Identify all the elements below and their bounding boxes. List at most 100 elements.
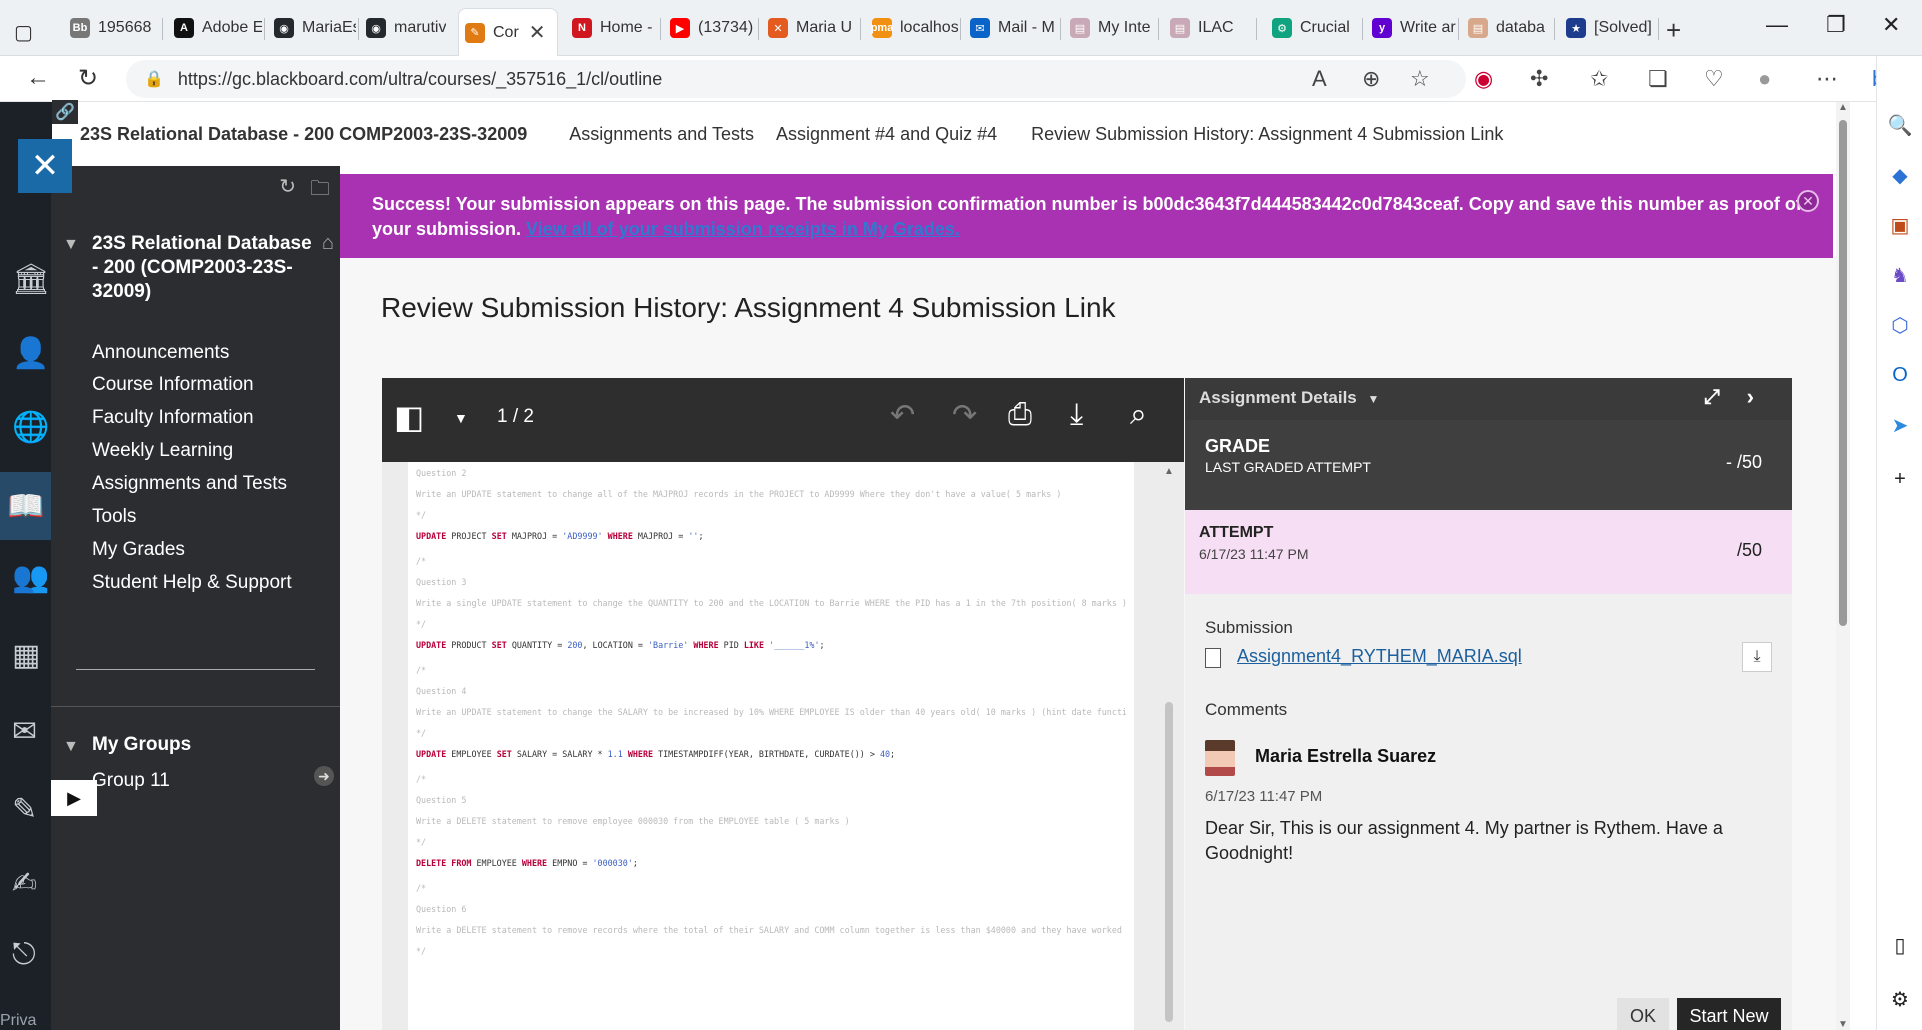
- course-nav-item[interactable]: Assignments and Tests: [92, 473, 287, 495]
- browser-tab[interactable]: ✉ Mail - M: [964, 10, 1058, 46]
- download-icon[interactable]: ⤓: [1070, 398, 1083, 432]
- course-title[interactable]: 23S Relational Database - 200 (COMP2003-…: [92, 232, 317, 304]
- minimize-icon[interactable]: —: [1766, 12, 1788, 38]
- microsoft365-icon[interactable]: ⬡: [1887, 312, 1913, 338]
- sidebar-panel-icon[interactable]: ◧: [394, 398, 424, 436]
- browser-tab[interactable]: ▤ My Inte: [1064, 10, 1156, 46]
- browser-tab[interactable]: ✎ Cor ✕: [458, 8, 558, 56]
- attempt-row[interactable]: ATTEMPT 6/17/23 11:47 PM /50: [1185, 510, 1792, 594]
- browser-tab[interactable]: N Home -: [566, 10, 658, 46]
- page-scrollbar[interactable]: ▲ ▼: [1836, 102, 1850, 1030]
- close-course-button[interactable]: ✕: [18, 139, 72, 193]
- sign-out-icon[interactable]: ⎋: [12, 938, 36, 972]
- code-comment-line: Write an UPDATE statement to change all …: [416, 489, 1062, 499]
- search-icon[interactable]: ⌕: [1130, 398, 1147, 432]
- url-field[interactable]: 🔒 https://gc.blackboard.com/ultra/course…: [126, 60, 1466, 98]
- assignment-details-header[interactable]: Assignment Details ▼ ⤢ ›: [1185, 378, 1792, 420]
- start-new-button[interactable]: Start New: [1677, 998, 1781, 1030]
- back-icon[interactable]: ←: [26, 64, 50, 92]
- home-icon[interactable]: ⌂: [322, 232, 334, 255]
- browser-essentials-icon[interactable]: ♡: [1704, 66, 1724, 92]
- print-icon[interactable]: ⎙: [1008, 398, 1032, 432]
- link-icon[interactable]: 🔗: [52, 100, 78, 124]
- search-icon[interactable]: 🔍: [1887, 112, 1913, 138]
- more-menu-icon[interactable]: ⋯: [1816, 66, 1838, 92]
- shopping-tag-icon[interactable]: ◆: [1887, 162, 1913, 188]
- tools-briefcase-icon[interactable]: ▣: [1887, 212, 1913, 238]
- course-nav-item[interactable]: Faculty Information: [92, 407, 254, 429]
- course-nav-item[interactable]: Tools: [92, 506, 136, 528]
- tab-actions-icon[interactable]: ▢: [14, 14, 38, 50]
- groups-triangle-icon[interactable]: ▼: [63, 738, 79, 756]
- privacy-link[interactable]: Priva: [0, 1012, 36, 1030]
- tools-edit-icon[interactable]: ✍: [12, 866, 37, 901]
- browser-tab[interactable]: Bb 195668: [64, 10, 160, 46]
- arrow-right-circle-icon[interactable]: ➜: [314, 766, 334, 786]
- my-groups-heading[interactable]: My Groups: [92, 734, 191, 756]
- games-icon[interactable]: ♞: [1887, 262, 1913, 288]
- courses-icon[interactable]: 📖: [0, 472, 52, 540]
- refresh-course-icon[interactable]: ↻: [279, 174, 296, 208]
- sidebar-toggle-icon[interactable]: ▯: [1887, 932, 1913, 958]
- collapse-triangle-icon[interactable]: ▼: [63, 236, 79, 254]
- browser-tab[interactable]: ◉ MariaEs: [268, 10, 356, 46]
- read-aloud-icon[interactable]: A: [1312, 66, 1327, 92]
- browser-tab[interactable]: y Write ar: [1366, 10, 1456, 46]
- restore-icon[interactable]: ❐: [1826, 12, 1846, 38]
- browser-tab[interactable]: ▤ databa: [1462, 10, 1552, 46]
- course-nav-item[interactable]: Announcements: [92, 342, 229, 364]
- chevron-right-icon[interactable]: ›: [1747, 384, 1754, 410]
- course-nav-item[interactable]: Course Information: [92, 374, 254, 396]
- settings-gear-icon[interactable]: ⚙: [1887, 986, 1913, 1012]
- favorite-star-icon[interactable]: ☆: [1410, 66, 1430, 92]
- favorites-icon[interactable]: ✩: [1590, 66, 1608, 92]
- chevron-down-icon[interactable]: ▼: [1368, 392, 1380, 406]
- course-nav-item[interactable]: My Grades: [92, 539, 185, 561]
- collections-icon[interactable]: ❏: [1648, 66, 1668, 92]
- add-icon[interactable]: +: [1887, 466, 1913, 492]
- star-icon: ★: [1566, 18, 1586, 38]
- grades-icon[interactable]: ✎: [12, 792, 37, 827]
- expand-icon[interactable]: ⤢: [1704, 386, 1720, 409]
- viewer-scrollbar[interactable]: ▲: [1164, 462, 1174, 1030]
- code-comment-line: Write an UPDATE statement to change the …: [416, 707, 1126, 717]
- new-tab-button[interactable]: +: [1666, 12, 1681, 48]
- browser-tab[interactable]: ▶ (13734): [664, 10, 756, 46]
- institution-icon[interactable]: 🏛: [12, 262, 50, 297]
- refresh-icon[interactable]: ↻: [78, 64, 98, 93]
- group-item[interactable]: Group 11: [92, 770, 170, 792]
- tab-close-icon[interactable]: ✕: [529, 20, 546, 45]
- breadcrumb-item[interactable]: Assignment #4 and Quiz #4: [776, 124, 997, 145]
- outlook-icon[interactable]: O: [1887, 362, 1913, 388]
- organizations-icon[interactable]: 👥: [12, 560, 49, 595]
- messages-icon[interactable]: ✉: [12, 714, 37, 749]
- browser-tab[interactable]: ◉ marutiv: [360, 10, 452, 46]
- globe-icon[interactable]: 🌐: [12, 410, 49, 445]
- window-close-icon[interactable]: ✕: [1882, 12, 1900, 38]
- zoom-icon[interactable]: ⊕: [1362, 66, 1380, 92]
- ok-button[interactable]: OK: [1617, 998, 1669, 1030]
- extensions-puzzle-icon[interactable]: ✣: [1530, 66, 1548, 92]
- download-file-icon[interactable]: ⤓: [1742, 642, 1772, 672]
- browser-tab[interactable]: A Adobe E: [168, 10, 262, 46]
- banner-close-icon[interactable]: ✕: [1797, 190, 1819, 212]
- extension-icon[interactable]: ◉: [1474, 66, 1493, 92]
- folder-icon[interactable]: 🗀: [310, 174, 330, 208]
- browser-tab[interactable]: ✕ Maria U: [762, 10, 858, 46]
- submission-receipts-link[interactable]: View all of your submission receipts in …: [526, 219, 960, 239]
- profile-icon[interactable]: 👤: [12, 336, 49, 371]
- play-icon[interactable]: ▶: [51, 780, 97, 816]
- submission-file-link[interactable]: Assignment4_RYTHEM_MARIA.sql: [1237, 646, 1522, 667]
- breadcrumb-item[interactable]: Assignments and Tests: [569, 124, 754, 145]
- course-nav-item[interactable]: Student Help & Support: [92, 572, 292, 594]
- browser-tab[interactable]: ▤ ILAC: [1164, 10, 1254, 46]
- breadcrumb-course[interactable]: 23S Relational Database - 200 COMP2003-2…: [80, 124, 527, 145]
- browser-tab[interactable]: pma localhos: [866, 10, 958, 46]
- browser-tab[interactable]: ⚙ Crucial: [1266, 10, 1360, 46]
- course-nav-item[interactable]: Weekly Learning: [92, 440, 233, 462]
- send-icon[interactable]: ➤: [1887, 412, 1913, 438]
- profile-avatar-icon[interactable]: ●: [1758, 66, 1771, 92]
- browser-tab[interactable]: ★ [Solved]: [1560, 10, 1656, 46]
- chevron-down-icon[interactable]: ▼: [454, 410, 468, 426]
- calendar-icon[interactable]: ▦: [12, 638, 40, 673]
